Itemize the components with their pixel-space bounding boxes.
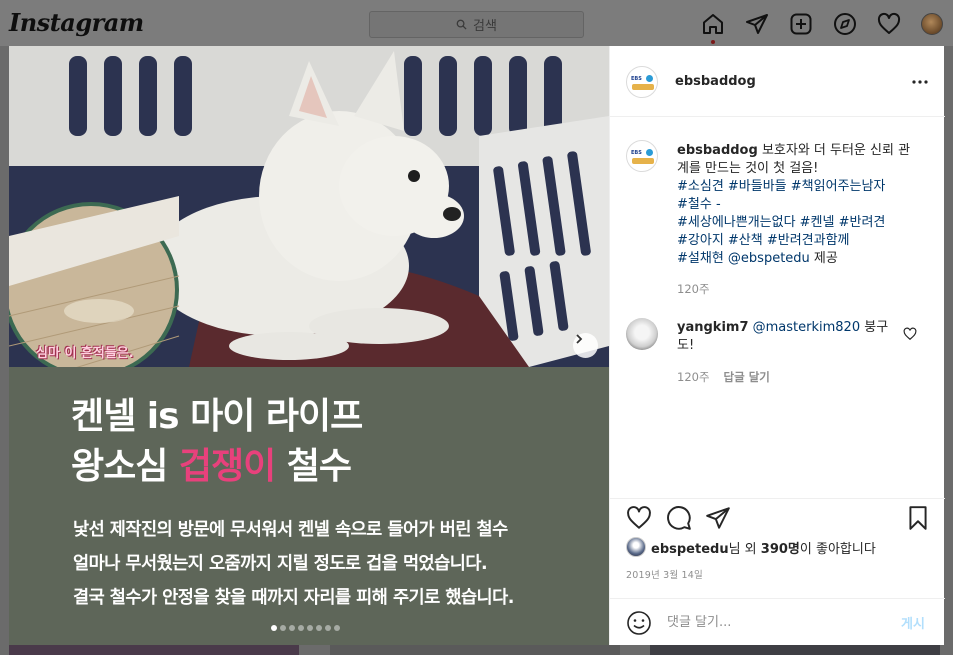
search-placeholder: 검색: [473, 19, 497, 34]
post-modal: 심마 이 흔적들은. 켄넬 is 마이 라이프 왕소심 겁쟁이 철수 낯선 제작…: [9, 46, 945, 645]
like-heart-icon[interactable]: [626, 505, 652, 531]
body-line: 결국 철수가 안정을 찾을 때까지 자리를 피해 주기로 했습니다.: [73, 588, 514, 608]
caption-credit-tag[interactable]: #설채현: [677, 251, 724, 266]
comment-input[interactable]: [667, 612, 867, 632]
caption-hashtags[interactable]: #철수 -: [677, 197, 721, 212]
liker-username[interactable]: ebspetedu: [651, 542, 729, 557]
comment-mention[interactable]: @masterkim820: [753, 320, 860, 335]
direct-icon[interactable]: [745, 12, 769, 36]
likes-summary[interactable]: ebspetedu님 외 390명이 좋아합니다: [626, 537, 876, 557]
comment-like-heart-icon[interactable]: [903, 327, 917, 341]
carousel-dot: [325, 625, 331, 631]
post-media[interactable]: 심마 이 흔적들은. 켄넬 is 마이 라이프 왕소심 겁쟁이 철수 낯선 제작…: [9, 46, 609, 645]
caption-username[interactable]: ebsbaddog: [677, 143, 758, 158]
avatar-logo-text: EBS: [631, 76, 642, 82]
post-comment-button[interactable]: 게시: [901, 613, 925, 632]
avatar-logo-bar: [632, 158, 654, 164]
avatar-logo-dot: [646, 149, 653, 156]
carousel-dot: [307, 625, 313, 631]
body-line: 낯선 제작진의 방문에 무서워서 켄넬 속으로 들어가 버린 철수: [73, 520, 508, 540]
comment-bubble-icon[interactable]: [666, 505, 692, 531]
headline-highlight: 겁쟁이: [178, 446, 276, 487]
inset-caption: 심마 이 흔적들은.: [36, 346, 134, 361]
avatar-logo-dot: [646, 75, 653, 82]
carousel-dot: [298, 625, 304, 631]
carousel-indicator: [271, 625, 340, 631]
likes-text: 님 외: [728, 541, 757, 557]
instagram-logo[interactable]: Instagram: [9, 8, 144, 37]
carousel-next-button[interactable]: [573, 333, 598, 358]
search-icon: [456, 19, 467, 30]
search-box[interactable]: 검색: [369, 11, 584, 38]
home-icon[interactable]: [701, 12, 725, 36]
comments-section: EBS ebsbaddog 보호자와 더 두터운 신뢰 관계를 만드는 것이 첫…: [610, 118, 945, 498]
reply-button[interactable]: 답글 달기: [724, 369, 770, 385]
headline-part: 철수: [275, 446, 352, 487]
image-body-text: 낯선 제작진의 방문에 무서워서 켄넬 속으로 들어가 버린 철수 얼마나 무서…: [73, 513, 514, 615]
avatar-logo-bar: [632, 84, 654, 90]
explore-icon[interactable]: [833, 12, 857, 36]
caption-hashtags[interactable]: #소심견 #바들바들 #책읽어주는남자: [677, 179, 885, 194]
comment: yangkim7 @masterkim820 붕구도!: [677, 319, 892, 355]
post-actions-bar: [610, 498, 945, 538]
carousel-dot: [334, 625, 340, 631]
add-comment-bar: 게시: [610, 598, 945, 645]
liker-avatar: [626, 537, 646, 557]
share-direct-icon[interactable]: [705, 505, 731, 531]
body-line: 얼마나 무서웠는지 오줌까지 지릴 정도로 겁을 먹었습니다.: [73, 554, 488, 574]
carousel-dot: [280, 625, 286, 631]
author-username[interactable]: ebsbaddog: [675, 74, 756, 89]
emoji-icon[interactable]: [626, 610, 652, 636]
caption-mention[interactable]: @ebspetedu: [728, 251, 810, 266]
caption-author-avatar[interactable]: EBS: [626, 140, 658, 172]
more-options-icon[interactable]: [911, 73, 929, 91]
feed-tile-background: [650, 645, 940, 655]
caption-timestamp: 120주: [677, 282, 710, 296]
post-caption: ebsbaddog 보호자와 더 두터운 신뢰 관계를 만드는 것이 첫 걸음!…: [677, 142, 917, 268]
home-active-dot: [711, 40, 715, 44]
caption-hashtags[interactable]: #세상에나쁜개는없다 #켄넬 #반려견: [677, 215, 885, 230]
likes-count[interactable]: 390명: [761, 542, 800, 557]
profile-avatar[interactable]: [921, 13, 943, 35]
chevron-right-icon: [576, 334, 583, 344]
carousel-dot: [271, 625, 277, 631]
post-header: EBS ebsbaddog: [610, 46, 945, 117]
author-avatar[interactable]: EBS: [626, 66, 658, 98]
feed-tile-background: [9, 645, 299, 655]
post-date: 2019년 3월 14일: [626, 570, 703, 581]
activity-heart-icon[interactable]: [877, 12, 901, 36]
comment-meta: 120주 답글 달기: [677, 369, 770, 385]
image-headline: 켄넬 is 마이 라이프 왕소심 겁쟁이 철수: [71, 392, 363, 492]
caption-credit-suffix: 제공: [813, 251, 838, 266]
post-side-panel: EBS ebsbaddog EBS ebsbaddog 보호자와 더 두터운 신…: [609, 46, 945, 645]
new-post-icon[interactable]: [789, 12, 813, 36]
comment-username[interactable]: yangkim7: [677, 320, 749, 335]
image-text-panel: 켄넬 is 마이 라이프 왕소심 겁쟁이 철수 낯선 제작진의 방문에 무서워서…: [9, 367, 609, 645]
carousel-dot: [316, 625, 322, 631]
bookmark-icon[interactable]: [905, 505, 931, 531]
carousel-dot: [289, 625, 295, 631]
avatar-logo-text: EBS: [631, 150, 642, 156]
headline-part: 왕소심: [71, 446, 179, 487]
feed-tile-background: [330, 645, 620, 655]
caption-hashtags[interactable]: #강아지 #산책 #반려견과함께: [677, 233, 850, 248]
commenter-avatar[interactable]: [626, 318, 658, 350]
headline-line-1: 켄넬 is 마이 라이프: [71, 396, 363, 437]
likes-suffix: 이 좋아합니다: [799, 541, 876, 557]
dog-photo: 심마 이 흔적들은.: [9, 46, 609, 367]
comment-timestamp: 120주: [677, 370, 710, 384]
headline-line-2: 왕소심 겁쟁이 철수: [71, 442, 362, 492]
